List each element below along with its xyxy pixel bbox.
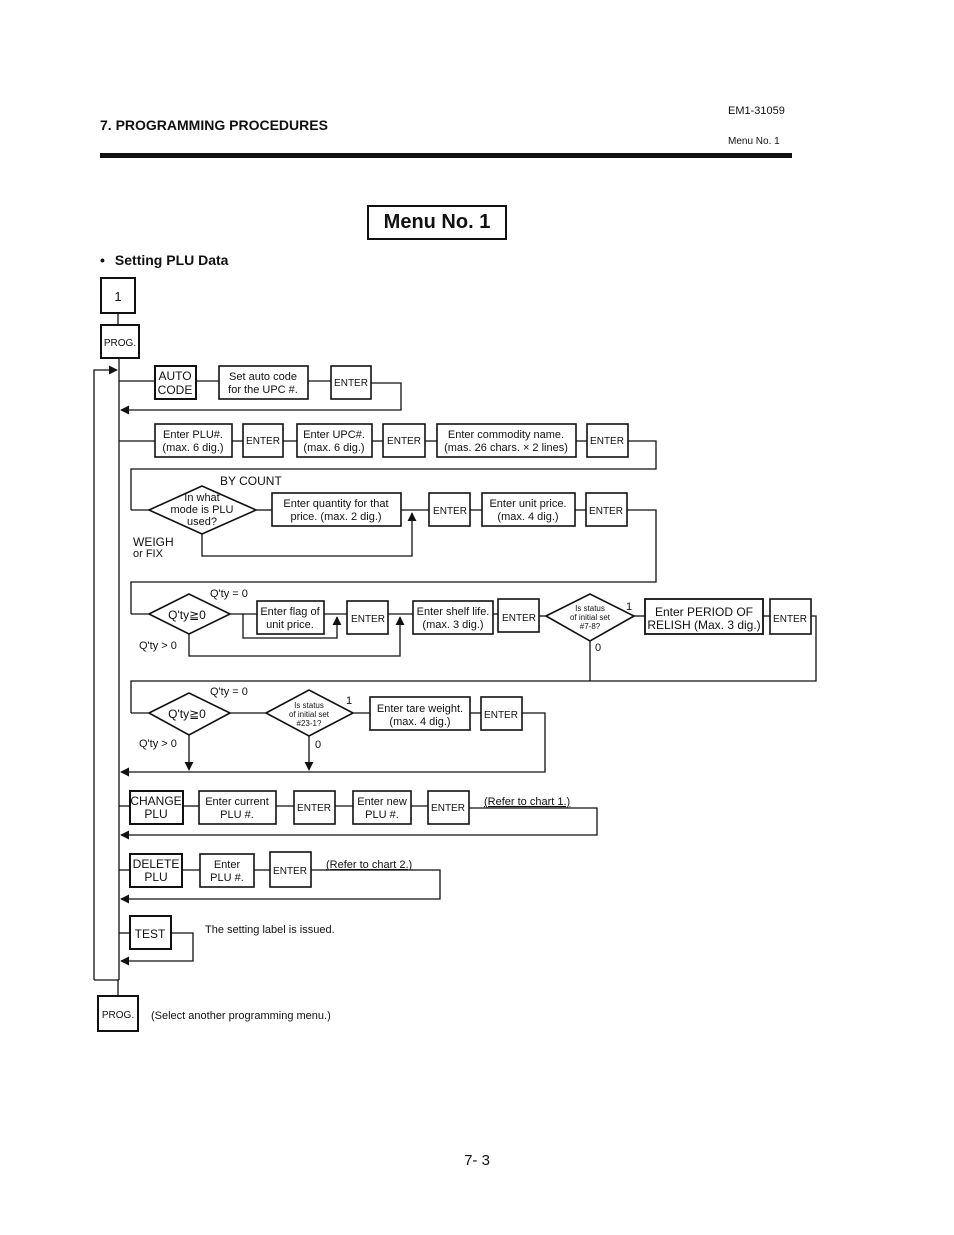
svg-text:Enter tare weight.: Enter tare weight.	[377, 703, 463, 715]
svg-text:Enter new: Enter new	[357, 796, 407, 808]
svg-text:Is status: Is status	[294, 701, 324, 710]
tare-row: Q'ty≧0 Q'ty = 0 Q'ty > 0 Is status of in…	[120, 686, 546, 777]
key-1-label: 1	[114, 289, 121, 304]
svg-text:PLU #.: PLU #.	[220, 809, 254, 821]
svg-text:Enter: Enter	[214, 859, 241, 871]
svg-text:WEIGH: WEIGH	[133, 535, 174, 549]
svg-text:ENTER: ENTER	[773, 614, 807, 625]
svg-text:used?: used?	[187, 516, 217, 528]
delete-plu-row: DELETE PLU Enter PLU #. ENTER (Refer to …	[119, 851, 441, 904]
svg-text:(max. 3 dig.): (max. 3 dig.)	[422, 619, 483, 631]
svg-text:(Select another programming me: (Select another programming menu.)	[151, 1010, 331, 1022]
change-plu-row: CHANGE PLU Enter current PLU #. ENTER En…	[119, 790, 598, 840]
svg-text:ENTER: ENTER	[590, 436, 624, 447]
svg-text:ENTER: ENTER	[433, 506, 467, 517]
svg-text:Enter shelf life.: Enter shelf life.	[417, 606, 490, 618]
svg-text:#7-8?: #7-8?	[580, 622, 601, 631]
svg-text:1: 1	[626, 601, 632, 613]
svg-text:PLU: PLU	[144, 870, 167, 884]
svg-text:Enter flag of: Enter flag of	[260, 606, 320, 618]
svg-text:RELISH (Max. 3 dig.): RELISH (Max. 3 dig.)	[647, 618, 760, 632]
end-prog-row: PROG. (Select another programming menu.)	[97, 995, 331, 1032]
svg-text:PROG.: PROG.	[102, 1010, 134, 1021]
svg-text:of initial set: of initial set	[570, 613, 611, 622]
svg-text:AUTO: AUTO	[158, 369, 191, 383]
svg-text:ENTER: ENTER	[351, 614, 385, 625]
svg-text:ENTER: ENTER	[246, 436, 280, 447]
svg-text:1: 1	[346, 695, 352, 707]
svg-text:Q'ty > 0: Q'ty > 0	[139, 738, 177, 750]
page-number: 7- 3	[464, 1152, 490, 1169]
svg-text:ENTER: ENTER	[589, 506, 623, 517]
svg-text:Q'ty≧0: Q'ty≧0	[168, 707, 206, 721]
svg-text:BY COUNT: BY COUNT	[220, 474, 282, 488]
svg-text:Enter unit price.: Enter unit price.	[489, 498, 566, 510]
svg-text:TEST: TEST	[135, 927, 166, 941]
svg-text:Enter UPC#.: Enter UPC#.	[303, 429, 365, 441]
svg-text:ENTER: ENTER	[502, 613, 536, 624]
svg-text:for the UPC #.: for the UPC #.	[228, 384, 298, 396]
flowchart: 1 PROG. AUTO CODE Set auto code for the …	[93, 277, 817, 1032]
svg-text:Q'ty > 0: Q'ty > 0	[139, 640, 177, 652]
test-row: TEST The setting label is issued.	[119, 915, 335, 966]
svg-text:ENTER: ENTER	[387, 436, 421, 447]
svg-text:Q'ty = 0: Q'ty = 0	[210, 686, 248, 698]
svg-text:PLU #.: PLU #.	[365, 809, 399, 821]
svg-text:Enter quantity for that: Enter quantity for that	[283, 498, 388, 510]
svg-text:price. (max. 2 dig.): price. (max. 2 dig.)	[290, 511, 381, 523]
svg-text:or FIX: or FIX	[133, 548, 164, 560]
svg-text:CHANGE: CHANGE	[130, 794, 181, 808]
svg-text:(max. 6 dig.): (max. 6 dig.)	[303, 442, 364, 454]
svg-text:(max. 6 dig.): (max. 6 dig.)	[162, 442, 223, 454]
main-spine	[93, 313, 120, 996]
svg-text:0: 0	[315, 739, 321, 751]
svg-text:#23-1?: #23-1?	[297, 719, 322, 728]
svg-text:(Refer to chart 1.): (Refer to chart 1.)	[484, 796, 570, 808]
svg-text:Enter PLU#.: Enter PLU#.	[163, 429, 223, 441]
svg-text:Is status: Is status	[575, 604, 605, 613]
svg-text:mode is PLU: mode is PLU	[171, 504, 234, 516]
svg-text:Enter current: Enter current	[205, 796, 269, 808]
svg-text:ENTER: ENTER	[334, 378, 368, 389]
svg-text:In what: In what	[184, 492, 219, 504]
svg-text:Enter PERIOD OF: Enter PERIOD OF	[655, 605, 753, 619]
svg-text:Enter commodity name.: Enter commodity name.	[448, 429, 564, 441]
svg-text:PLU: PLU	[144, 807, 167, 821]
svg-text:ENTER: ENTER	[431, 803, 465, 814]
svg-text:Q'ty≧0: Q'ty≧0	[168, 608, 206, 622]
svg-text:(max. 4 dig.): (max. 4 dig.)	[389, 716, 450, 728]
svg-text:ENTER: ENTER	[484, 710, 518, 721]
svg-text:unit price.: unit price.	[266, 619, 314, 631]
svg-text:The setting label is issued.: The setting label is issued.	[205, 924, 335, 936]
svg-text:CODE: CODE	[158, 383, 193, 397]
svg-text:PLU #.: PLU #.	[210, 872, 244, 884]
svg-text:(max. 4 dig.): (max. 4 dig.)	[497, 511, 558, 523]
auto-code-row: AUTO CODE Set auto code for the UPC #. E…	[119, 365, 402, 415]
key-1: 1	[100, 277, 136, 314]
svg-text:(Refer to chart 2.): (Refer to chart 2.)	[326, 859, 412, 871]
svg-text:ENTER: ENTER	[273, 866, 307, 877]
prog-key: PROG.	[100, 324, 140, 359]
svg-text:of initial set: of initial set	[289, 710, 330, 719]
svg-text:DELETE: DELETE	[133, 857, 180, 871]
svg-text:ENTER: ENTER	[297, 803, 331, 814]
svg-text:(mas. 26 chars. × 2 lines): (mas. 26 chars. × 2 lines)	[444, 442, 568, 454]
svg-text:Q'ty = 0: Q'ty = 0	[210, 588, 248, 600]
svg-text:0: 0	[595, 642, 601, 654]
prog-key-label: PROG.	[104, 338, 136, 349]
svg-text:Set auto code: Set auto code	[229, 371, 297, 383]
